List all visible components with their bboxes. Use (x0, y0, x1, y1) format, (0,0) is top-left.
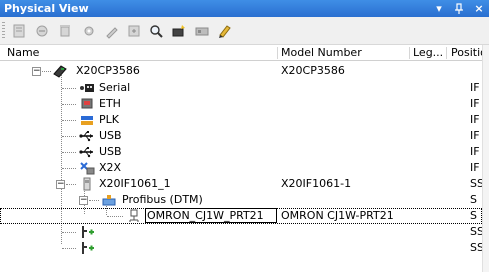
position-value: IF (470, 145, 480, 158)
position-value: S (470, 193, 477, 206)
position-value: IF (470, 81, 480, 94)
tree-row-cpu[interactable]: − X20CP3586 X20CP3586 (0, 63, 482, 79)
tree-row-profibus[interactable]: − Profibus (DTM) S (0, 192, 482, 208)
tree-line (66, 184, 76, 185)
tree-label: USB (99, 129, 122, 142)
ethernet-icon (79, 97, 95, 111)
panel-title-bar: Physical View ▾ × (0, 0, 489, 17)
tree-label: PLK (99, 113, 119, 126)
column-header-legend[interactable]: Leg... (409, 45, 443, 61)
cpu-icon (52, 64, 68, 78)
model-number: X20CP3586 (281, 64, 345, 77)
device-settings-icon[interactable] (170, 22, 188, 40)
column-header-name[interactable]: Name (3, 45, 39, 61)
tree-label: Profibus (DTM) (122, 193, 203, 206)
column-header-row: Name Model Number Leg... Positio (0, 45, 489, 61)
tree-line (62, 104, 76, 105)
profibus-icon (101, 193, 117, 207)
close-icon[interactable]: × (473, 2, 485, 15)
usb-icon (79, 129, 95, 143)
tree-line (89, 200, 99, 201)
collapse-toggle[interactable]: − (79, 196, 88, 205)
import-icon[interactable] (125, 22, 143, 40)
tree-line (42, 71, 51, 72)
column-header-model[interactable]: Model Number (277, 45, 362, 61)
tree-label: ETH (99, 97, 121, 110)
vertical-scrollbar[interactable] (482, 45, 489, 272)
position-value: IF (470, 129, 480, 142)
position-value: IF (470, 113, 480, 126)
position-value: S (470, 209, 477, 222)
powerlink-icon (79, 113, 95, 127)
title-controls: ▾ × (433, 0, 485, 17)
tree-row-omron[interactable]: OMRON_CJ1W_PRT21 OMRON CJ1W-PRT21 S (0, 208, 482, 224)
open-icon[interactable] (33, 22, 51, 40)
edit-icon[interactable] (216, 22, 234, 40)
toolbar-grip[interactable] (2, 22, 5, 40)
delete-icon[interactable] (56, 22, 74, 40)
tree-row-empty-slot[interactable]: SS (0, 240, 482, 256)
find-icon[interactable] (147, 22, 165, 40)
tree-line (62, 152, 76, 153)
tree-line (62, 168, 76, 169)
tree-row-usb[interactable]: USB IF (0, 128, 482, 144)
add-module-icon[interactable] (79, 225, 95, 239)
serial-port-icon (79, 81, 95, 95)
physical-tree: − X20CP3586 X20CP3586 Serial IF ETH IF P… (0, 61, 482, 272)
toolbar (0, 17, 489, 45)
pin-icon[interactable] (453, 2, 465, 15)
tree-label: X20IF1061_1 (99, 177, 171, 190)
configure-icon[interactable] (80, 22, 98, 40)
tree-label: Serial (99, 81, 131, 94)
properties-icon[interactable] (10, 22, 28, 40)
tree-line (62, 248, 76, 249)
collapse-toggle[interactable]: − (32, 67, 41, 76)
model-number: X20IF1061-1 (281, 177, 352, 190)
position-value: SS (470, 225, 482, 238)
rename-input[interactable]: OMRON_CJ1W_PRT21 (145, 208, 277, 223)
tree-line (62, 88, 76, 89)
panel-title: Physical View (4, 2, 89, 15)
tree-label: USB (99, 145, 122, 158)
tree-row-plk[interactable]: PLK IF (0, 112, 482, 128)
tree-row-x2x[interactable]: X2X IF (0, 160, 482, 176)
position-value: SS (470, 241, 482, 254)
tree-label: X2X (99, 161, 122, 174)
tree-row-usb[interactable]: USB IF (0, 144, 482, 160)
position-value: IF (470, 161, 480, 174)
tree-row-eth[interactable]: ETH IF (0, 96, 482, 112)
tree-row-empty-slot[interactable]: SS (0, 224, 482, 240)
hardware-icon[interactable] (193, 22, 211, 40)
tree-label: X20CP3586 (76, 64, 140, 77)
column-header-position[interactable]: Positio (447, 45, 487, 61)
position-value: IF (470, 97, 480, 110)
usb-icon (79, 145, 95, 159)
slave-device-icon (126, 209, 142, 223)
tree-row-serial[interactable]: Serial IF (0, 80, 482, 96)
tree-row-if-module[interactable]: − X20IF1061_1 X20IF1061-1 SS (0, 176, 482, 192)
interface-module-icon (79, 177, 95, 191)
tree-line (62, 232, 76, 233)
wizard-icon[interactable] (103, 22, 121, 40)
add-module-icon[interactable] (79, 241, 95, 255)
dropdown-icon[interactable]: ▾ (433, 2, 445, 15)
tree-line (62, 136, 76, 137)
tree-line (107, 216, 123, 217)
collapse-toggle[interactable]: − (56, 180, 65, 189)
x2x-icon (79, 161, 95, 175)
position-value: SS (470, 177, 482, 190)
model-number: OMRON CJ1W-PRT21 (281, 209, 394, 222)
tree-line (62, 120, 76, 121)
